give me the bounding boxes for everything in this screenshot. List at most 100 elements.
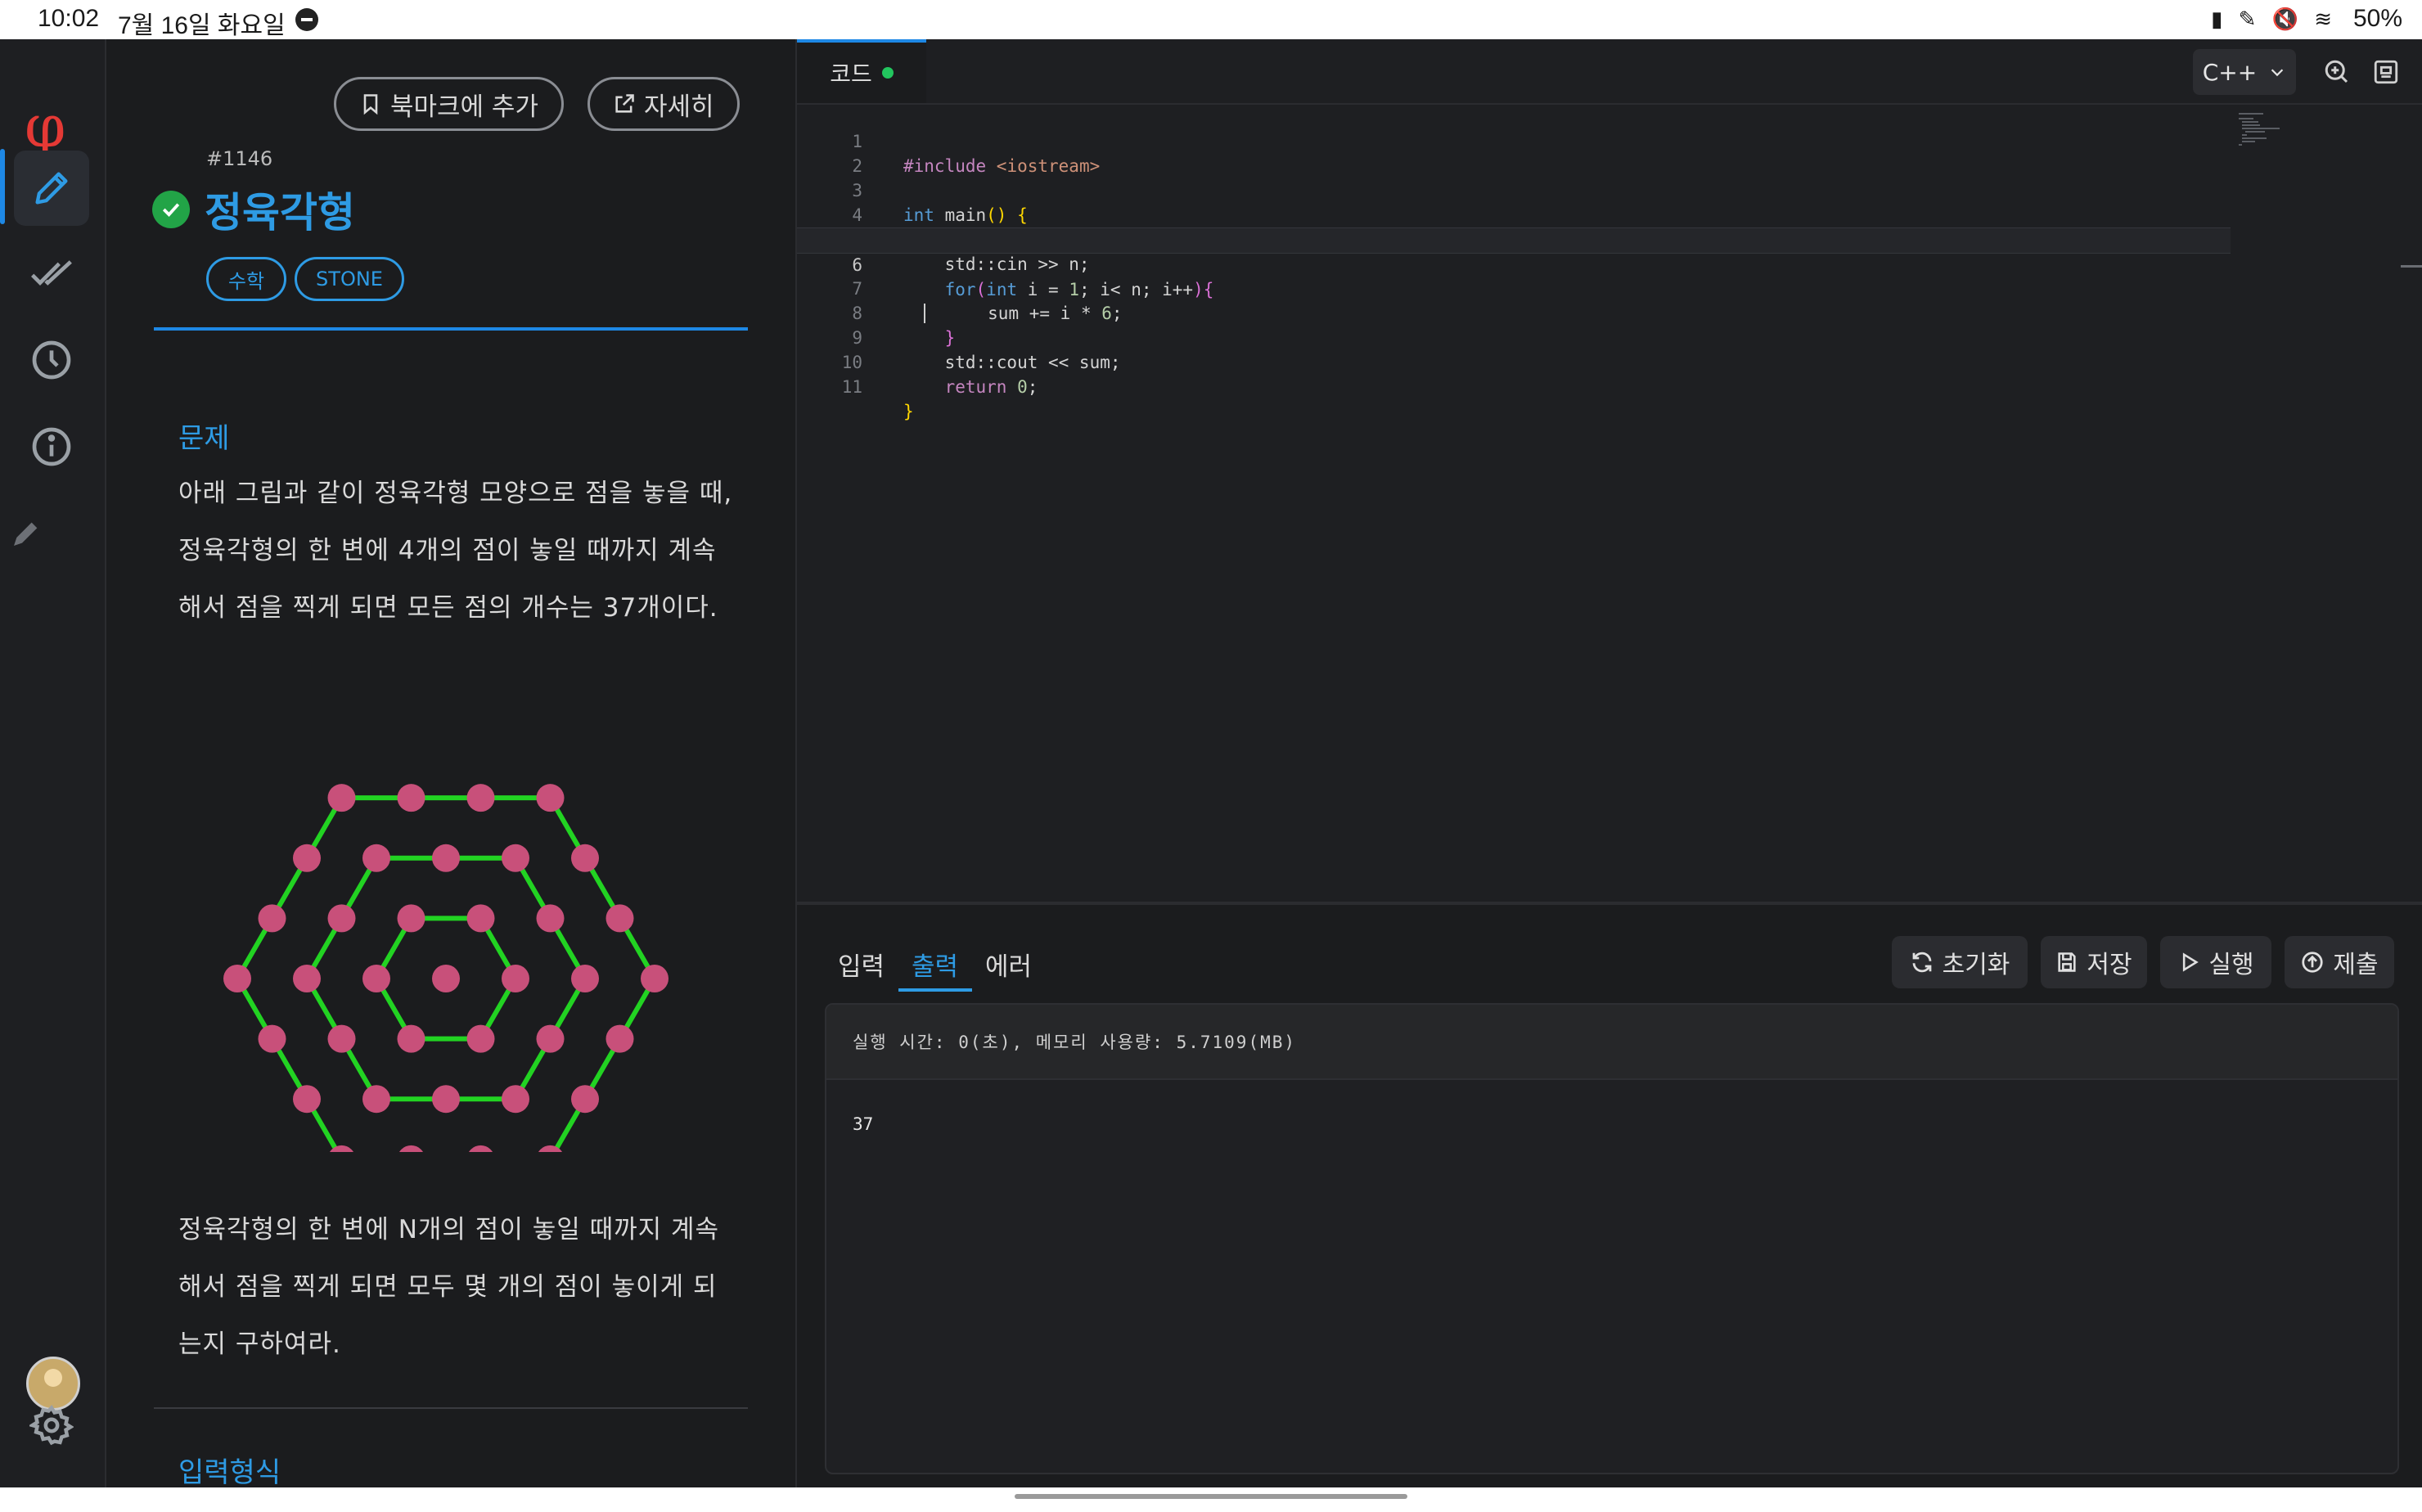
layout-button[interactable] <box>2368 54 2404 90</box>
sidebar-item-info[interactable] <box>14 409 89 484</box>
active-indicator <box>0 149 5 224</box>
gear-icon <box>29 1404 74 1446</box>
battery-level: 50% <box>2352 5 2402 32</box>
status-time: 10:02 <box>38 5 100 32</box>
layout-icon <box>2374 60 2398 84</box>
sidebar-item-editor[interactable] <box>14 151 89 226</box>
title-row: 정육각형 <box>152 180 355 239</box>
hexagon-dot <box>258 1024 286 1053</box>
minimap[interactable] <box>2237 111 2303 160</box>
zoom-in-icon <box>2325 60 2348 83</box>
hexagon-dot <box>466 904 495 933</box>
hexagon-dot <box>293 965 321 992</box>
hexagon-dot <box>223 965 251 992</box>
sidebar-item-pencil[interactable] <box>0 496 52 571</box>
hexagon-dot <box>258 904 286 933</box>
hexagon-dot <box>536 904 565 933</box>
result-box: 실행 시간: 0(초), 메모리 사용량: 5.7109(MB) 37 <box>825 1003 2399 1474</box>
hexagon-dot <box>293 844 321 872</box>
scrollbar-marker[interactable] <box>2401 265 2422 268</box>
tag-stone[interactable]: STONE <box>295 257 404 301</box>
save-button[interactable]: 저장 <box>2041 936 2147 988</box>
code-line: 10 return 0; <box>841 353 1038 397</box>
submit-label: 제출 <box>2333 951 2379 979</box>
zoom-button[interactable] <box>2319 54 2355 90</box>
system-icons: ▮ ✎ 🔇 ≋ <box>2211 7 2337 31</box>
tab-output[interactable]: 출력 <box>912 946 958 983</box>
result-header: 실행 시간: 0(초), 메모리 사용량: 5.7109(MB) <box>826 1005 2397 1080</box>
code-line: 5 std::cin >> n; <box>852 230 1090 274</box>
reset-label: 초기화 <box>1942 951 2010 979</box>
do-not-disturb-icon <box>295 8 318 31</box>
sidebar: φ <box>0 39 106 1487</box>
output-value[interactable]: 37 <box>853 1114 873 1134</box>
problem-paragraph-1: 아래 그림과 같이 정육각형 모양으로 점을 놓을 때, 정육각형의 한 변에 … <box>178 479 733 623</box>
section-problem-heading: 문제 <box>178 422 230 455</box>
code-line: 7 sum += i * 6; <box>852 279 1123 323</box>
refresh-icon <box>1912 952 1931 973</box>
hexagon-dot <box>466 784 495 812</box>
tab-input[interactable]: 입력 <box>838 946 885 983</box>
section-divider <box>154 1407 748 1409</box>
language-value: C++ <box>2202 58 2258 86</box>
section-input-heading: 입력형식 <box>178 1456 281 1487</box>
upload-icon <box>2302 952 2324 973</box>
submit-button[interactable]: 제출 <box>2285 936 2394 988</box>
hexagon-dot <box>641 965 669 992</box>
details-button[interactable]: 자세히 <box>587 77 740 131</box>
hexagon-dot <box>571 844 599 872</box>
bookmark-button[interactable]: 북마크에 추가 <box>334 77 564 131</box>
tab-code[interactable]: 코드 <box>797 39 926 103</box>
code-line: 3 int main() { <box>852 181 1028 225</box>
tab-error[interactable]: 에러 <box>985 946 1032 983</box>
sidebar-item-solved[interactable] <box>14 236 89 311</box>
hexagon-dot <box>466 1024 495 1053</box>
pencil-icon <box>14 522 38 546</box>
status-bar: 10:02 7월 16일 화요일 ▮ ✎ 🔇 ≋ 50% <box>0 0 2422 39</box>
status-date: 7월 16일 화요일 <box>118 12 286 39</box>
hexagon-dot <box>502 965 529 992</box>
hexagon-dot <box>327 784 356 812</box>
page-title: 정육각형 <box>205 189 355 236</box>
sidebar-item-history[interactable] <box>14 322 89 398</box>
hexagon-dot <box>468 1145 493 1152</box>
problem-paragraph-2: 정육각형의 한 변에 N개의 점이 놓일 때까지 계속해서 점을 찍게 되면 모… <box>178 1215 720 1359</box>
hexagon-dot <box>293 1085 321 1114</box>
hexagon-dot <box>432 844 460 872</box>
code-area[interactable]: 1 #include <iostream> 2 3 int main() { 4… <box>797 105 2422 902</box>
code-line: 8 } <box>852 304 956 348</box>
hexagon-dot <box>502 1085 529 1114</box>
tag-math[interactable]: 수학 <box>206 257 286 301</box>
code-line-current: 6 for(int i = 1; i< n; i++){ <box>797 227 2231 299</box>
code-line: 1 #include <iostream> <box>852 132 1101 176</box>
run-label: 실행 <box>2208 951 2254 979</box>
active-tab-underline <box>898 988 972 992</box>
code-line: 4 int n, sum=1; <box>852 205 1079 250</box>
run-button[interactable]: 실행 <box>2160 936 2271 988</box>
app-logo[interactable]: φ <box>25 97 65 155</box>
hexagon-dot <box>606 1024 634 1053</box>
hexagon-dot <box>327 1024 356 1053</box>
hexagon-dot <box>571 1085 599 1114</box>
hexagon-dot <box>432 1085 460 1114</box>
language-select[interactable]: C++ <box>2193 49 2296 95</box>
hexagon-dot <box>398 1145 424 1152</box>
unsaved-dot <box>881 67 894 79</box>
code-line: 11 } <box>841 377 914 421</box>
hexagon-dot <box>432 965 460 992</box>
home-indicator-bar <box>0 1487 2422 1512</box>
bookmark-label: 북마크에 추가 <box>390 92 538 122</box>
reset-button[interactable]: 초기화 <box>1892 936 2028 988</box>
solved-check-icon <box>152 191 190 228</box>
hexagon-dot <box>571 965 599 992</box>
hexagon-dot <box>397 784 425 812</box>
sidebar-item-settings[interactable] <box>14 1388 89 1463</box>
save-label: 저장 <box>2087 951 2132 979</box>
info-icon <box>32 427 71 466</box>
hexagon-dot <box>397 904 425 933</box>
bookmark-icon <box>363 94 378 115</box>
double-check-icon <box>31 260 72 286</box>
editor-tabbar: 코드 C++ <box>797 39 2422 105</box>
code-line: 9 std::cout << sum; <box>852 328 1121 372</box>
home-indicator[interactable] <box>1015 1494 1407 1499</box>
